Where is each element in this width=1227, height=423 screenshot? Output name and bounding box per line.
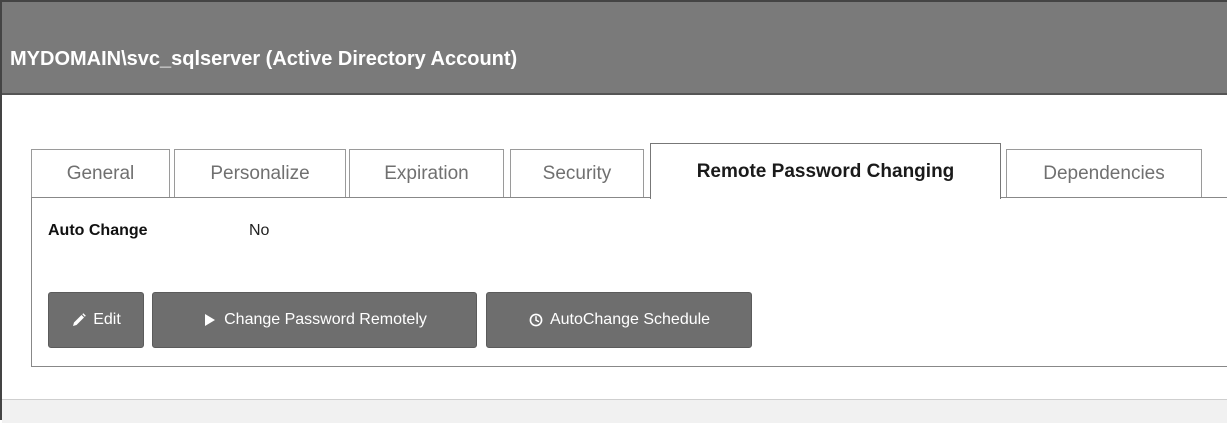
secret-detail-window: MYDOMAIN\svc_sqlserver (Active Directory… [0,0,1227,423]
play-icon [202,312,218,328]
footer-bar [2,399,1227,423]
tab-label: Security [542,162,612,184]
autochange-schedule-button[interactable]: AutoChange Schedule [486,292,752,348]
edit-button[interactable]: Edit [48,292,144,348]
pencil-icon [71,312,87,328]
change-password-remotely-button[interactable]: Change Password Remotely [152,292,477,348]
window-title: MYDOMAIN\svc_sqlserver (Active Directory… [10,48,518,70]
tab-label: Expiration [384,162,469,184]
autochange-schedule-label: AutoChange Schedule [549,311,711,328]
tab-dependencies[interactable]: Dependencies [1006,149,1202,197]
tab-general[interactable]: General [31,149,170,197]
remote-password-changing-panel: Auto Change No Edit Change Password Remo… [31,197,1227,367]
tab-label: Personalize [210,162,310,184]
edit-button-label: Edit [93,311,121,328]
tab-personalize[interactable]: Personalize [174,149,346,197]
tab-expiration[interactable]: Expiration [349,149,504,197]
change-password-remotely-label: Change Password Remotely [224,311,427,328]
tab-label: Dependencies [1043,162,1165,184]
auto-change-value: No [249,222,270,239]
auto-change-label: Auto Change [48,222,148,239]
tab-remote-password-changing[interactable]: Remote Password Changing [650,143,1001,199]
tab-security[interactable]: Security [510,149,644,197]
tab-strip: General Personalize Expiration Security … [31,143,1227,199]
tab-label: General [66,162,135,184]
clock-icon [528,312,544,328]
tab-label: Remote Password Changing [696,160,955,182]
title-bar: MYDOMAIN\svc_sqlserver (Active Directory… [2,2,1227,95]
